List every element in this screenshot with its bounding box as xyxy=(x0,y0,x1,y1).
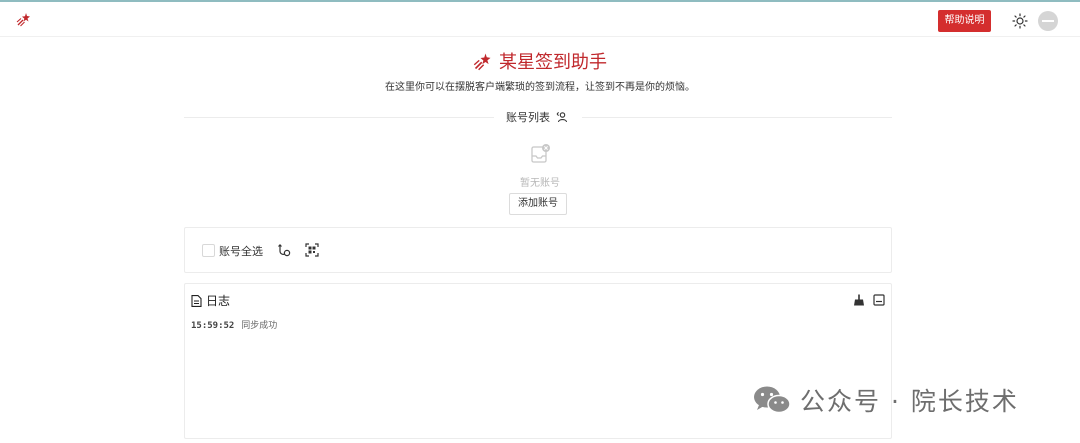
log-entry: 15:59:52 同步成功 xyxy=(191,318,277,331)
select-all-label[interactable]: 账号全选 xyxy=(219,243,263,259)
broom-icon[interactable] xyxy=(853,294,865,306)
sun-icon[interactable] xyxy=(1012,13,1028,29)
watermark-text: 公众号 · 院长技术 xyxy=(800,387,1019,416)
divider-line-left xyxy=(184,117,494,118)
avatar-placeholder-mark xyxy=(1042,20,1054,22)
app-title: 某星签到助手 xyxy=(473,48,607,74)
account-toolbar: 账号全选 xyxy=(184,227,892,273)
user-refresh-icon[interactable] xyxy=(556,111,569,123)
divider-line-right xyxy=(582,117,892,118)
log-header: 日志 xyxy=(191,292,230,309)
shooting-star-icon[interactable] xyxy=(16,11,32,27)
empty-inbox-icon xyxy=(531,144,550,163)
add-account-button[interactable]: 添加账号 xyxy=(509,193,567,215)
top-navbar: 帮助说明 xyxy=(0,2,1080,37)
log-entry-message: 同步成功 xyxy=(241,321,278,331)
app-subtitle: 在这里你可以在摆脱客户端繁琐的签到流程，让签到不再是你的烦恼。 xyxy=(385,82,695,93)
accounts-empty-state xyxy=(0,142,1080,166)
empty-accounts-text: 暂无账号 xyxy=(520,178,560,189)
accounts-section-label: 账号列表 xyxy=(506,111,550,124)
document-icon xyxy=(191,294,202,307)
qr-code-icon[interactable] xyxy=(305,243,319,257)
download-icon[interactable] xyxy=(873,294,885,306)
watermark: 公众号 · 院长技术 xyxy=(752,384,1019,416)
wechat-icon xyxy=(754,386,791,414)
select-all-checkbox[interactable] xyxy=(202,244,215,257)
app-title-text: 某星签到助手 xyxy=(499,52,607,73)
help-button[interactable]: 帮助说明 xyxy=(938,10,991,32)
accounts-divider: 账号列表 xyxy=(184,108,892,126)
log-entry-time: 15:59:52 xyxy=(191,321,235,331)
hero-header: 某星签到助手 xyxy=(0,48,1080,75)
shooting-star-icon xyxy=(473,53,491,71)
sign-in-icon[interactable] xyxy=(277,243,291,257)
avatar[interactable] xyxy=(1038,11,1058,31)
accounts-section-title: 账号列表 xyxy=(506,109,569,125)
log-title: 日志 xyxy=(206,294,231,308)
